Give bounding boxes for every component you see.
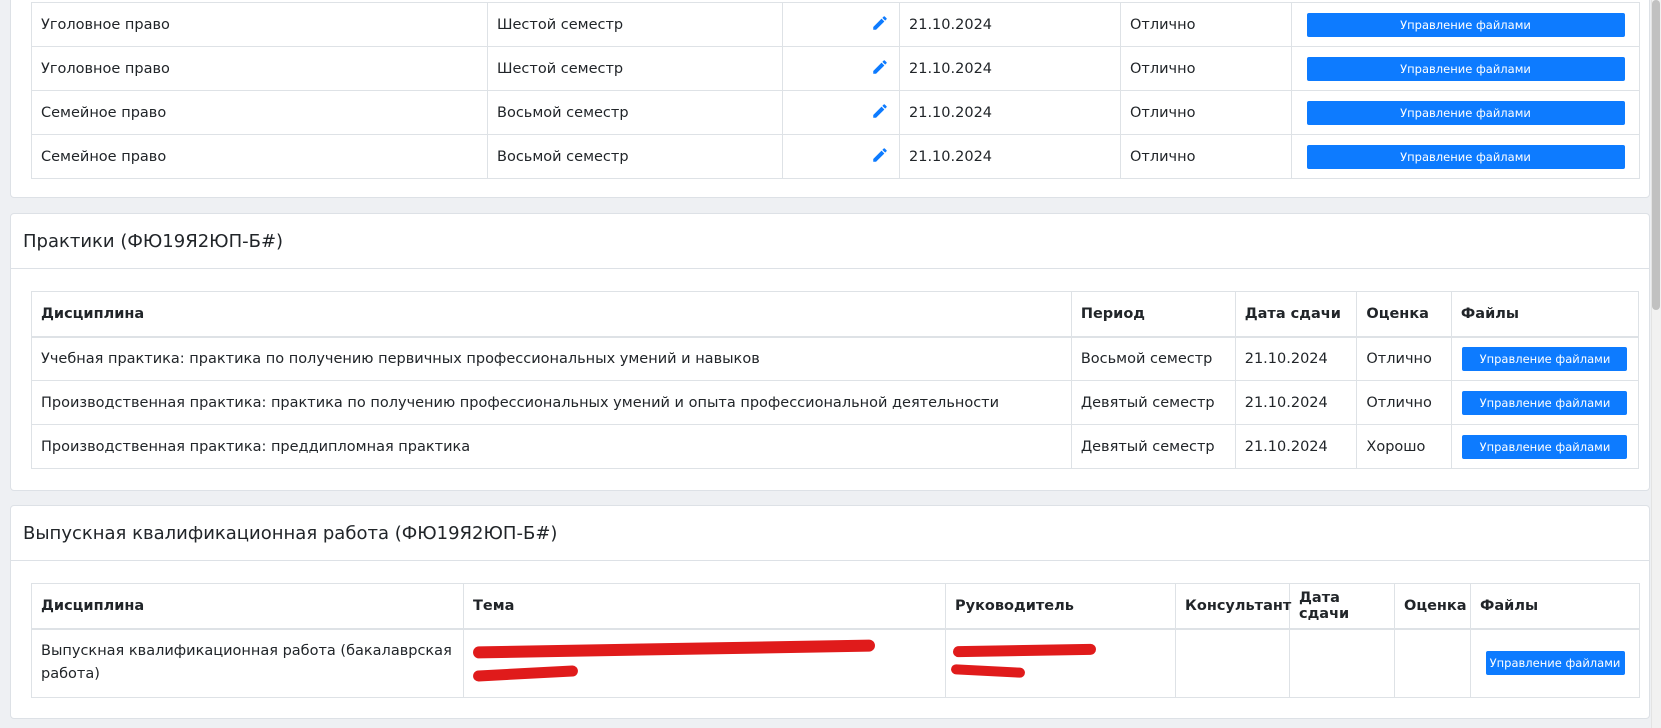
- header-date: Дата сдачи: [1234, 291, 1358, 338]
- cell-grade: Отлично: [1356, 380, 1452, 425]
- cell-topic: [463, 628, 946, 698]
- courses-table: Уголовное право Шестой семестр 21.10.2024 О…: [31, 2, 1640, 179]
- cell-edit: [782, 2, 900, 47]
- cell-discipline: Уголовное право: [31, 46, 488, 91]
- cell-date: 21.10.2024: [1234, 424, 1358, 469]
- pencil-icon[interactable]: [871, 102, 889, 124]
- header-topic: Тема: [463, 583, 946, 630]
- table-row: Уголовное право Шестой семестр 21.10.2024 О…: [31, 2, 1640, 47]
- cell-discipline: Учебная практика: практика по получению …: [31, 336, 1072, 381]
- cell-period: Восьмой семестр: [487, 90, 783, 135]
- header-grade: Оценка: [1356, 291, 1452, 338]
- cell-grade: Отлично: [1120, 46, 1292, 91]
- cell-grade: Отлично: [1120, 2, 1292, 47]
- header-consultant: Консультант: [1175, 583, 1291, 630]
- cell-consultant: [1175, 628, 1290, 698]
- header-discipline: Дисциплина: [31, 583, 464, 630]
- cell-edit: [782, 46, 900, 91]
- vkr-card: Выпускная квалификационная работа (ФЮ19Я…: [10, 505, 1650, 719]
- cell-edit: [782, 90, 900, 135]
- header-files: Файлы: [1470, 583, 1640, 630]
- cell-date: 21.10.2024: [1234, 336, 1358, 381]
- cell-grade: Хорошо: [1356, 424, 1452, 469]
- manage-files-button[interactable]: Управление файлами: [1462, 390, 1628, 415]
- table-row: Выпускная квалификационная работа (бакал…: [31, 628, 1640, 698]
- header-date: Дата сдачи: [1289, 583, 1395, 630]
- cell-discipline: Производственная практика: практика по п…: [31, 380, 1072, 425]
- courses-card: Уголовное право Шестой семестр 21.10.2024 О…: [10, 0, 1650, 198]
- cell-grade: [1394, 628, 1471, 698]
- cell-period: Восьмой семестр: [487, 134, 783, 179]
- cell-edit: [782, 134, 900, 179]
- manage-files-button[interactable]: Управление файлами: [1306, 144, 1625, 169]
- cell-grade: Отлично: [1356, 336, 1452, 381]
- cell-date: 21.10.2024: [899, 90, 1121, 135]
- cell-grade: Отлично: [1120, 134, 1292, 179]
- cell-discipline: Выпускная квалификационная работа (бакал…: [31, 628, 464, 698]
- practices-table: Дисциплина Период Дата сдачи Оценка Файл…: [31, 291, 1640, 469]
- table-row: Семейное право Восьмой семестр 21.10.2024 О…: [31, 134, 1640, 179]
- cell-period: Шестой семестр: [487, 46, 783, 91]
- table-header-row: Дисциплина Тема Руководитель Консультант…: [31, 583, 1640, 630]
- table-header-row: Дисциплина Период Дата сдачи Оценка Файл…: [31, 291, 1640, 338]
- cell-period: Шестой семестр: [487, 2, 783, 47]
- cell-files: Управление файлами: [1450, 336, 1640, 381]
- manage-files-button[interactable]: Управление файлами: [1462, 434, 1628, 459]
- pencil-icon[interactable]: [871, 58, 889, 80]
- manage-files-button[interactable]: Управление файлами: [1306, 12, 1625, 37]
- cell-files: Управление файлами: [1291, 90, 1640, 135]
- table-row: Производственная практика: преддипломная…: [31, 424, 1640, 469]
- cell-discipline: Семейное право: [31, 134, 488, 179]
- cell-supervisor: [945, 628, 1176, 698]
- manage-files-button[interactable]: Управление файлами: [1306, 56, 1625, 81]
- practices-title: Практики (ФЮ19Я2ЮП-Б#): [11, 214, 1649, 269]
- cell-discipline: Семейное право: [31, 90, 488, 135]
- header-grade: Оценка: [1394, 583, 1471, 630]
- cell-files: Управление файлами: [1291, 2, 1640, 47]
- scrollbar-thumb[interactable]: [1652, 0, 1660, 310]
- pencil-icon[interactable]: [871, 146, 889, 168]
- cell-date: 21.10.2024: [899, 134, 1121, 179]
- cell-period: Восьмой семестр: [1070, 336, 1236, 381]
- cell-date: 21.10.2024: [899, 46, 1121, 91]
- table-row: Уголовное право Шестой семестр 21.10.2024 О…: [31, 46, 1640, 91]
- vkr-title: Выпускная квалификационная работа (ФЮ19Я…: [11, 506, 1649, 561]
- table-row: Производственная практика: практика по п…: [31, 380, 1640, 425]
- table-row: Семейное право Восьмой семестр 21.10.2024 О…: [31, 90, 1640, 135]
- cell-files: Управление файлами: [1470, 628, 1640, 698]
- cell-files: Управление файлами: [1450, 424, 1640, 469]
- cell-discipline: Производственная практика: преддипломная…: [31, 424, 1072, 469]
- manage-files-button[interactable]: Управление файлами: [1462, 346, 1628, 371]
- cell-files: Управление файлами: [1291, 46, 1640, 91]
- cell-period: Девятый семестр: [1070, 424, 1236, 469]
- cell-date: 21.10.2024: [899, 2, 1121, 47]
- cell-files: Управление файлами: [1291, 134, 1640, 179]
- cell-files: Управление файлами: [1450, 380, 1640, 425]
- cell-discipline: Уголовное право: [31, 2, 488, 47]
- cell-date: [1289, 628, 1395, 698]
- header-files: Файлы: [1450, 291, 1640, 338]
- header-discipline: Дисциплина: [31, 291, 1072, 338]
- header-supervisor: Руководитель: [945, 583, 1176, 630]
- manage-files-button[interactable]: Управление файлами: [1485, 651, 1625, 676]
- cell-grade: Отлично: [1120, 90, 1292, 135]
- pencil-icon[interactable]: [871, 14, 889, 36]
- practices-card: Практики (ФЮ19Я2ЮП-Б#) Дисциплина Период…: [10, 213, 1650, 491]
- cell-period: Девятый семестр: [1070, 380, 1236, 425]
- header-period: Период: [1070, 291, 1236, 338]
- page-scrollbar[interactable]: [1651, 0, 1661, 728]
- cell-date: 21.10.2024: [1234, 380, 1358, 425]
- table-row: Учебная практика: практика по получению …: [31, 336, 1640, 381]
- manage-files-button[interactable]: Управление файлами: [1306, 100, 1625, 125]
